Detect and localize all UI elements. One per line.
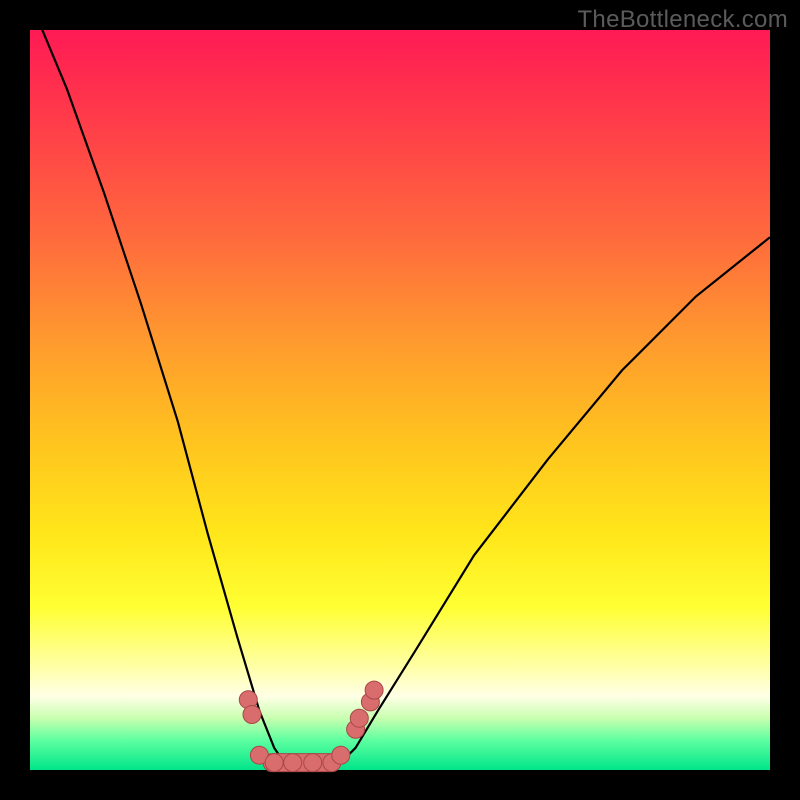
bottleneck-curve — [30, 0, 770, 770]
curve-markers — [239, 681, 383, 772]
curve-marker — [265, 754, 283, 772]
chart-svg — [30, 30, 770, 770]
plot-area — [30, 30, 770, 770]
curve-line — [30, 0, 770, 770]
watermark-text: TheBottleneck.com — [577, 6, 788, 34]
chart-frame: TheBottleneck.com — [0, 0, 800, 800]
curve-marker — [365, 681, 383, 699]
curve-marker — [243, 706, 261, 724]
curve-marker — [304, 754, 322, 772]
curve-marker — [332, 746, 350, 764]
curve-marker — [350, 709, 368, 727]
curve-marker — [284, 754, 302, 772]
